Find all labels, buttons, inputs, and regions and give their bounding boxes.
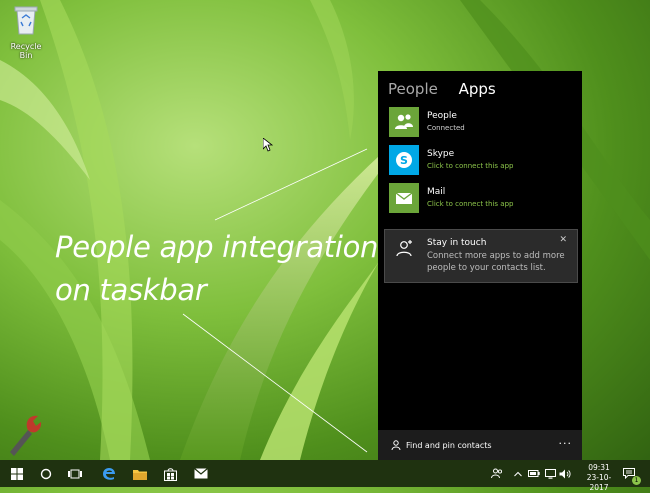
app-status-mail[interactable]: Click to connect this app — [427, 200, 513, 208]
skype-icon: S — [389, 145, 419, 175]
people-icon[interactable] — [490, 460, 504, 487]
file-explorer-icon[interactable] — [125, 460, 155, 487]
app-name-people: People — [427, 111, 457, 121]
edge-icon[interactable] — [94, 460, 124, 487]
app-status-people: Connected — [427, 124, 465, 132]
caption-line-2: on taskbar — [55, 273, 207, 307]
more-options-button[interactable]: ··· — [559, 437, 573, 450]
notification-count-badge: 1 — [632, 476, 641, 485]
caption-line-1: People app integration — [55, 230, 379, 264]
chevron-up-icon[interactable] — [513, 460, 523, 487]
toast-title: Stay in touch — [427, 238, 487, 248]
caption-text: People app integration on taskbar — [55, 226, 378, 312]
network-icon[interactable] — [544, 460, 556, 487]
battery-icon[interactable] — [528, 460, 540, 487]
mail-icon — [389, 183, 419, 213]
clock-time: 09:31 — [588, 463, 610, 472]
recycle-bin-icon — [14, 6, 38, 35]
people-panel: People Apps People Connected S Skype Cli… — [378, 71, 582, 460]
mail-icon[interactable] — [186, 460, 216, 487]
tab-people[interactable]: People — [388, 80, 438, 98]
volume-icon[interactable] — [559, 460, 571, 487]
app-status-skype[interactable]: Click to connect this app — [427, 162, 513, 170]
cortana-circle-icon[interactable] — [31, 460, 61, 487]
task-view-icon[interactable] — [60, 460, 90, 487]
add-contact-icon — [396, 240, 412, 257]
taskbar: 09:31 23-10-2017 1 — [0, 460, 650, 492]
toast-body: Connect more apps to add more people to … — [427, 251, 565, 273]
clock[interactable]: 09:31 23-10-2017 — [578, 463, 620, 493]
app-item-people[interactable]: People Connected — [389, 107, 579, 137]
tab-apps[interactable]: Apps — [459, 80, 496, 98]
store-icon[interactable] — [155, 460, 185, 487]
find-and-pin-contacts-link[interactable]: Find and pin contacts — [406, 441, 492, 450]
panel-tabs: People Apps — [388, 80, 512, 98]
mouse-cursor-icon — [263, 138, 273, 152]
stay-in-touch-toast[interactable]: Stay in touch Connect more apps to add m… — [384, 229, 578, 283]
app-item-mail[interactable]: Mail Click to connect this app — [389, 183, 579, 213]
recycle-bin[interactable]: Recycle Bin — [4, 4, 48, 60]
app-item-skype[interactable]: S Skype Click to connect this app — [389, 145, 579, 175]
people-icon — [389, 107, 419, 137]
windows-start-icon[interactable] — [2, 460, 32, 487]
person-icon — [391, 440, 401, 450]
recycle-bin-label: Recycle Bin — [10, 42, 42, 60]
app-name-skype: Skype — [427, 149, 455, 159]
svg-text:S: S — [400, 154, 408, 167]
clock-date: 23-10-2017 — [586, 473, 612, 492]
close-icon[interactable]: ✕ — [559, 235, 567, 245]
watermark-wrench-logo — [10, 415, 42, 456]
app-name-mail: Mail — [427, 187, 446, 197]
panel-footer: Find and pin contacts ··· — [378, 430, 582, 460]
